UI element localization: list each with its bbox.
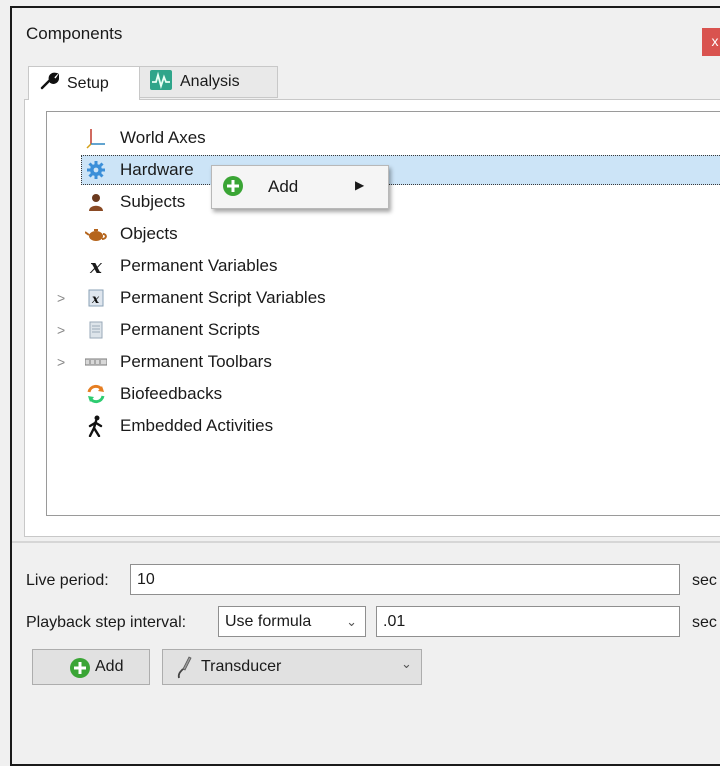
tree-item-label: Permanent Variables	[120, 256, 278, 275]
teapot-icon	[85, 223, 107, 245]
tree-item-permanent-variables[interactable]: x Permanent Variables	[47, 250, 720, 282]
axes-icon	[85, 127, 107, 149]
components-window: Components x Setup Analysis World Axes H…	[10, 6, 720, 766]
live-period-unit: sec	[692, 572, 717, 589]
transducer-icon	[175, 656, 193, 685]
component-type-value: Transducer	[201, 658, 282, 675]
window-title: Components	[26, 24, 123, 43]
tree-item-label: Permanent Toolbars	[120, 352, 272, 371]
biofeedback-icon	[85, 383, 107, 405]
splitter[interactable]	[12, 541, 720, 543]
script-icon	[85, 319, 107, 341]
tree-item-label: Hardware	[120, 160, 194, 179]
tree-item-label: Subjects	[120, 192, 186, 211]
context-menu-item-label: Add	[268, 177, 299, 196]
expand-arrow-icon[interactable]: >	[57, 290, 69, 306]
expand-arrow-icon[interactable]: >	[57, 354, 69, 370]
live-period-input[interactable]: 10	[130, 564, 680, 595]
person-icon	[85, 191, 107, 213]
walking-icon	[85, 415, 107, 437]
component-type-select[interactable]: Transducer ⌄	[162, 649, 422, 685]
add-circle-icon	[222, 175, 244, 202]
tab-setup[interactable]: Setup	[28, 66, 140, 100]
tree-item-label: Biofeedbacks	[120, 384, 223, 403]
analysis-wave-icon	[150, 69, 172, 95]
add-button-label: Add	[95, 658, 124, 675]
tab-setup-label: Setup	[67, 74, 109, 92]
playback-step-input[interactable]: .01	[376, 606, 680, 637]
expand-arrow-icon[interactable]: >	[57, 322, 69, 338]
variable-x-icon: x	[90, 254, 102, 278]
playback-step-label: Playback step interval:	[26, 614, 187, 631]
tree-item-permanent-script-variables[interactable]: > x Permanent Script Variables	[47, 282, 720, 314]
chevron-down-icon: ⌄	[346, 614, 357, 629]
tree-item-label: World Axes	[120, 128, 206, 147]
playback-step-unit: sec	[692, 614, 717, 631]
wrench-icon	[39, 71, 60, 96]
svg-text:x: x	[91, 292, 100, 306]
tree-item-label: Permanent Scripts	[120, 320, 260, 339]
submenu-arrow-icon: ▶	[355, 178, 365, 192]
tab-analysis-label: Analysis	[180, 73, 240, 90]
tree-item-world-axes[interactable]: World Axes	[47, 122, 720, 154]
add-circle-icon	[69, 657, 91, 684]
tab-analysis[interactable]: Analysis	[139, 66, 278, 98]
playback-mode-select[interactable]: Use formula ⌄	[218, 606, 366, 637]
tree-item-biofeedbacks[interactable]: Biofeedbacks	[47, 378, 720, 410]
live-period-label: Live period:	[26, 572, 109, 589]
tree-item-objects[interactable]: Objects	[47, 218, 720, 250]
chevron-down-icon: ⌄	[401, 656, 412, 671]
toolbar-icon	[85, 351, 107, 373]
tree-item-label: Embedded Activities	[120, 416, 274, 435]
tree-item-permanent-scripts[interactable]: > Permanent Scripts	[47, 314, 720, 346]
tree-item-label: Permanent Script Variables	[120, 288, 326, 307]
tree-item-label: Objects	[120, 224, 178, 243]
close-button[interactable]: x	[702, 28, 720, 56]
tree-item-embedded-activities[interactable]: Embedded Activities	[47, 410, 720, 442]
add-button[interactable]: Add	[32, 649, 150, 685]
playback-mode-value: Use formula	[225, 613, 312, 630]
script-variable-icon: x	[85, 287, 107, 309]
context-menu-item-add[interactable]: Add ▶	[212, 166, 388, 208]
gear-icon	[85, 159, 107, 181]
context-menu: Add ▶	[211, 165, 389, 209]
tree-item-permanent-toolbars[interactable]: > Permanent Toolbars	[47, 346, 720, 378]
